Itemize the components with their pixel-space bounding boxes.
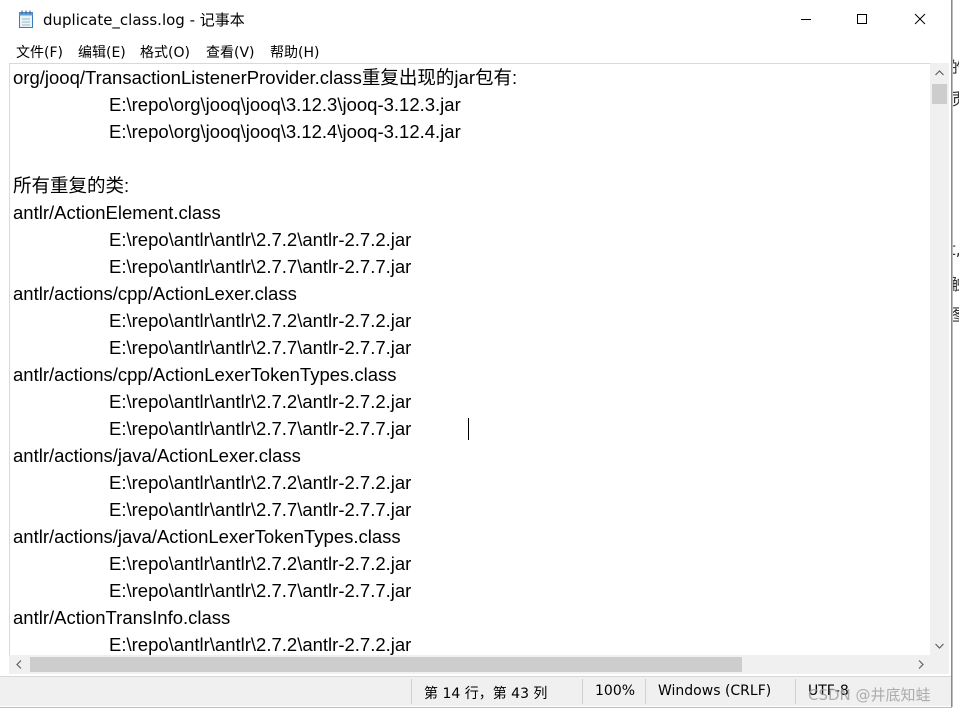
class-name-line: antlr/actions/cpp/ActionLexerTokenTypes.… (13, 364, 397, 385)
notepad-icon (19, 10, 33, 28)
status-divider (795, 679, 796, 704)
jar-path-line: E:\repo\antlr\antlr\2.7.2\antlr-2.7.2.ja… (109, 553, 412, 574)
jar-path-line: E:\repo\antlr\antlr\2.7.2\antlr-2.7.2.ja… (109, 634, 412, 655)
background-text: 触 (951, 270, 959, 295)
line-ending: Windows (CRLF) (658, 683, 772, 699)
background-text: 图 (951, 301, 959, 326)
jar-path-line: E:\repo\antlr\antlr\2.7.2\antlr-2.7.2.ja… (109, 310, 412, 331)
text-editor[interactable]: org/jooq/TransactionListenerProvider.cla… (9, 63, 931, 656)
window-title: duplicate_class.log - 记事本 (43, 11, 245, 29)
jar-path-line: E:\repo\org\jooq\jooq\3.12.3\jooq-3.12.3… (109, 94, 461, 115)
scroll-down-arrow[interactable] (930, 636, 949, 655)
background-text: t, (951, 240, 959, 260)
menu-help[interactable]: 帮助(H) (270, 42, 319, 62)
scroll-up-arrow[interactable] (930, 63, 949, 82)
maximize-icon (857, 14, 867, 24)
status-divider (645, 679, 646, 704)
horizontal-scroll-thumb[interactable] (30, 657, 742, 672)
horizontal-scrollbar[interactable] (9, 655, 930, 674)
chevron-up-icon (935, 69, 944, 75)
title-bar[interactable]: duplicate_class.log - 记事本 (0, 0, 951, 38)
chevron-down-icon (935, 643, 944, 649)
menu-edit[interactable]: 编辑(E) (78, 42, 126, 62)
scroll-right-arrow[interactable] (911, 655, 930, 674)
notepad-window: duplicate_class.log - 记事本 文件(F) 编辑(E) 格式… (0, 0, 952, 707)
jar-path-line: E:\repo\antlr\antlr\2.7.7\antlr-2.7.7.ja… (109, 337, 412, 358)
jar-path-line: E:\repo\antlr\antlr\2.7.2\antlr-2.7.2.ja… (109, 472, 412, 493)
text-caret (468, 418, 469, 440)
chevron-left-icon (15, 660, 21, 669)
close-icon (914, 13, 926, 25)
status-divider (582, 679, 583, 704)
jar-path-line: E:\repo\antlr\antlr\2.7.7\antlr-2.7.7.ja… (109, 256, 412, 277)
menu-file[interactable]: 文件(F) (16, 42, 63, 62)
minimize-button[interactable] (777, 0, 835, 38)
jar-path-line: E:\repo\antlr\antlr\2.7.7\antlr-2.7.7.ja… (109, 580, 412, 601)
vertical-scrollbar[interactable] (930, 63, 949, 655)
vertical-scroll-thumb[interactable] (932, 84, 947, 104)
close-button[interactable] (891, 0, 949, 38)
background-text: 质 (951, 85, 959, 110)
zoom-level: 100% (595, 683, 636, 699)
class-name-line: antlr/ActionTransInfo.class (13, 607, 231, 628)
menu-bar: 文件(F) 编辑(E) 格式(O) 查看(V) 帮助(H) (0, 38, 951, 63)
class-name-line: antlr/actions/cpp/ActionLexer.class (13, 283, 297, 304)
class-name-line: antlr/ActionElement.class (13, 202, 221, 223)
cursor-position: 第 14 行，第 43 列 (424, 686, 548, 702)
menu-format[interactable]: 格式(O) (140, 42, 190, 62)
chevron-right-icon (918, 660, 924, 669)
class-name-line: antlr/actions/java/ActionLexerTokenTypes… (13, 526, 401, 547)
scrollbar-corner (930, 655, 949, 674)
background-page: 的 质 t, 触 图 (951, 0, 959, 713)
status-divider (411, 679, 412, 704)
jar-path-line: E:\repo\antlr\antlr\2.7.7\antlr-2.7.7.ja… (109, 499, 412, 520)
menu-view[interactable]: 查看(V) (206, 42, 255, 62)
watermark: CSDN @井底知蛙 (808, 686, 931, 704)
maximize-button[interactable] (833, 0, 891, 38)
scroll-left-arrow[interactable] (9, 655, 28, 674)
class-name-line: antlr/actions/java/ActionLexer.class (13, 445, 301, 466)
jar-path-line: E:\repo\antlr\antlr\2.7.7\antlr-2.7.7.ja… (109, 418, 412, 439)
jar-path-line: E:\repo\antlr\antlr\2.7.2\antlr-2.7.2.ja… (109, 229, 412, 250)
background-text: 的 (951, 54, 959, 79)
minimize-icon (801, 19, 811, 20)
class-name-line: org/jooq/TransactionListenerProvider.cla… (13, 67, 518, 88)
class-name-line: 所有重复的类: (13, 175, 130, 196)
jar-path-line: E:\repo\antlr\antlr\2.7.2\antlr-2.7.2.ja… (109, 391, 412, 412)
jar-path-line: E:\repo\org\jooq\jooq\3.12.4\jooq-3.12.4… (109, 121, 461, 142)
